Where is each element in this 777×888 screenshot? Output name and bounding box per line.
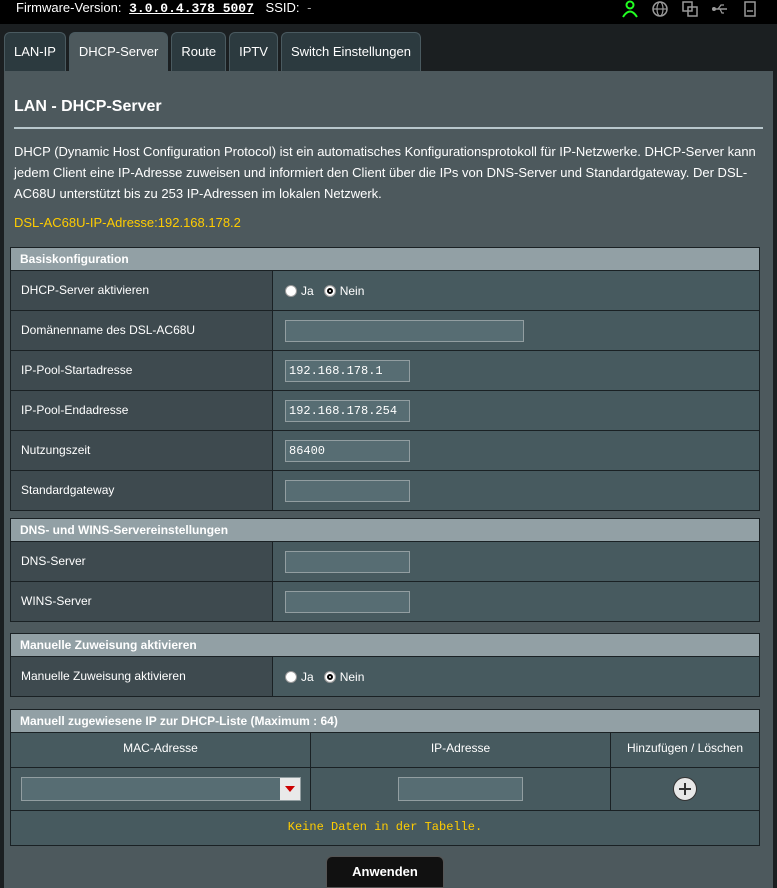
ssid-label: SSID: xyxy=(265,0,300,15)
usb-icon[interactable] xyxy=(711,0,729,18)
top-bar: Firmware-Version: 3.0.0.4.378_5007 SSID:… xyxy=(0,0,777,24)
apply-button[interactable]: Anwenden xyxy=(326,856,444,888)
empty-table-message: Keine Daten in der Tabelle. xyxy=(287,820,483,834)
col-mac-address: MAC-Adresse xyxy=(11,733,311,767)
lease-time-input[interactable]: 86400 xyxy=(285,439,410,462)
pool-end-label: IP-Pool-Endadresse xyxy=(11,391,273,430)
internet-globe-icon[interactable] xyxy=(651,0,669,18)
tab-bar: LAN-IP DHCP-Server Route IPTV Switch Ein… xyxy=(4,32,421,72)
page-title: LAN - DHCP-Server xyxy=(14,98,162,115)
printer-icon[interactable] xyxy=(741,0,759,18)
dhcp-enable-yes-radio[interactable] xyxy=(285,284,297,297)
domain-row: Domänenname des DSL-AC68U xyxy=(11,310,759,350)
gateway-label: Standardgateway xyxy=(11,471,273,510)
mac-address-select[interactable] xyxy=(20,777,301,801)
section-header: Manuelle Zuweisung aktivieren xyxy=(11,634,759,657)
pool-start-label: IP-Pool-Startadresse xyxy=(11,351,273,390)
manual-assignment-row: Manuelle Zuweisung aktivieren Ja Nein xyxy=(11,657,759,696)
ip-address-input[interactable] xyxy=(398,777,523,801)
col-ip-address: IP-Adresse xyxy=(311,733,611,767)
gateway-input[interactable] xyxy=(285,479,410,502)
dhcp-list-section: Manuell zugewiesene IP zur DHCP-Liste (M… xyxy=(10,709,760,846)
lease-time-label: Nutzungszeit xyxy=(11,431,273,470)
device-copy-icon[interactable] xyxy=(681,0,699,18)
page-description: DHCP (Dynamic Host Configuration Protoco… xyxy=(14,144,756,201)
col-add-delete: Hinzufügen / Löschen xyxy=(626,741,744,755)
section-header: Manuell zugewiesene IP zur DHCP-Liste (M… xyxy=(11,710,759,733)
wins-server-label: WINS-Server xyxy=(11,582,273,621)
wins-server-input[interactable] xyxy=(285,590,410,613)
firmware-info: Firmware-Version: 3.0.0.4.378_5007 SSID:… xyxy=(16,0,311,17)
table-header: MAC-Adresse IP-Adresse Hinzufügen / Lösc… xyxy=(11,733,759,768)
pool-end-row: IP-Pool-Endadresse 192.168.178.254 xyxy=(11,390,759,430)
ssid-value: - xyxy=(307,0,312,15)
manual-assignment-section: Manuelle Zuweisung aktivieren Manuelle Z… xyxy=(10,633,760,697)
firmware-version-link[interactable]: 3.0.0.4.378_5007 xyxy=(129,1,254,16)
domain-label: Domänenname des DSL-AC68U xyxy=(11,311,273,350)
tab-lan-ip[interactable]: LAN-IP xyxy=(4,32,66,72)
yes-label: Ja xyxy=(301,283,314,298)
pool-start-row: IP-Pool-Startadresse 192.168.178.1 xyxy=(11,350,759,390)
tab-route[interactable]: Route xyxy=(171,32,227,72)
client-status-icon[interactable] xyxy=(621,0,639,18)
pool-end-input[interactable]: 192.168.178.254 xyxy=(285,399,410,422)
dns-wins-section: DNS- und WINS-Servereinstellungen DNS-Se… xyxy=(10,518,760,622)
dns-server-row: DNS-Server xyxy=(11,542,759,581)
wins-server-row: WINS-Server xyxy=(11,581,759,621)
dhcp-enable-row: DHCP-Server aktivieren Ja Nein xyxy=(11,271,759,310)
firmware-label: Firmware-Version: xyxy=(16,0,122,15)
manual-yes-radio[interactable] xyxy=(285,670,297,683)
dhcp-enable-no-radio[interactable] xyxy=(323,284,336,297)
dns-server-label: DNS-Server xyxy=(11,542,273,581)
manual-no-radio[interactable] xyxy=(323,670,336,683)
router-ip-address: DSL-AC68U-IP-Adresse:192.168.178.2 xyxy=(14,215,241,230)
yes-label: Ja xyxy=(301,669,314,684)
manual-assignment-label: Manuelle Zuweisung aktivieren xyxy=(11,657,273,696)
gateway-row: Standardgateway xyxy=(11,470,759,510)
section-header: Basiskonfiguration xyxy=(11,248,759,271)
basic-config-section: Basiskonfiguration DHCP-Server aktiviere… xyxy=(10,247,760,511)
tab-iptv[interactable]: IPTV xyxy=(229,32,278,72)
title-divider xyxy=(14,127,763,129)
tab-switch-settings[interactable]: Switch Einstellungen xyxy=(280,32,421,72)
dhcp-enable-label: DHCP-Server aktivieren xyxy=(11,271,273,310)
tab-dhcp-server[interactable]: DHCP-Server xyxy=(68,32,169,72)
dropdown-arrow-icon[interactable] xyxy=(279,778,300,800)
domain-name-input[interactable] xyxy=(285,319,524,342)
pool-start-input[interactable]: 192.168.178.1 xyxy=(285,359,410,382)
no-label: Nein xyxy=(339,283,365,298)
status-icons xyxy=(621,0,759,18)
section-header: DNS- und WINS-Servereinstellungen xyxy=(11,519,759,542)
add-plus-icon[interactable] xyxy=(673,777,697,801)
no-label: Nein xyxy=(339,669,365,684)
lease-time-row: Nutzungszeit 86400 xyxy=(11,430,759,470)
main-panel: LAN - DHCP-Server DHCP (Dynamic Host Con… xyxy=(4,71,773,888)
table-input-row xyxy=(11,768,759,811)
dns-server-input[interactable] xyxy=(285,550,410,573)
